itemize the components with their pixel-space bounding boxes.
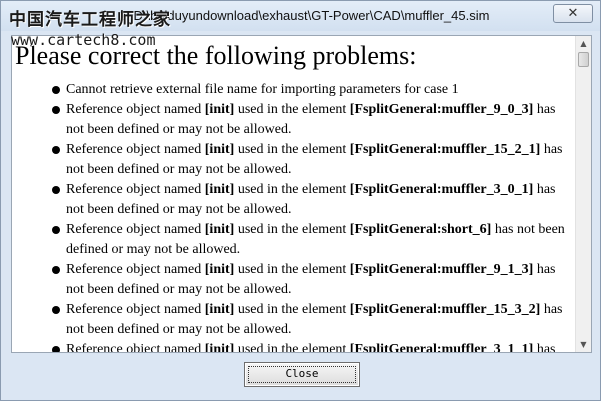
reference-object-name: [init] — [204, 342, 235, 352]
bullet-icon — [52, 186, 60, 194]
close-button-label: Close — [285, 367, 319, 380]
problem-text: Reference object named — [66, 262, 205, 277]
problems-panel: Please correct the following problems: C… — [11, 35, 592, 353]
element-name: [FsplitGeneral:muffler_3_1_1] — [349, 342, 534, 352]
element-name: [FsplitGeneral:muffler_15_2_1] — [349, 142, 541, 157]
watermark-url: www.cartech8.com — [11, 31, 156, 49]
bullet-icon — [52, 266, 60, 274]
reference-object-name: [init] — [204, 102, 235, 117]
problem-text: Reference object named — [66, 342, 205, 352]
reference-object-name: [init] — [204, 262, 235, 277]
problem-text: Reference object named — [66, 222, 205, 237]
problem-text: used in the element — [234, 182, 350, 197]
problem-text: Cannot retrieve external file name for i… — [66, 82, 459, 97]
problem-text: Reference object named — [66, 142, 205, 157]
element-name: [FsplitGeneral:muffler_3_0_1] — [349, 182, 534, 197]
problem-text: Reference object named — [66, 102, 205, 117]
bullet-icon — [52, 106, 60, 114]
reference-object-name: [init] — [204, 302, 235, 317]
reference-object-name: [init] — [204, 182, 235, 197]
close-icon: ✕ — [567, 6, 579, 21]
bullet-icon — [52, 86, 60, 94]
title-bar[interactable]: e: D:\baiduyundownload\exhaust\GT-Power\… — [1, 1, 600, 31]
problem-text: used in the element — [234, 342, 350, 352]
problem-text: used in the element — [234, 302, 350, 317]
problem-item: Reference object named [init] used in th… — [52, 340, 572, 352]
scroll-thumb[interactable] — [578, 52, 589, 67]
problem-list: Cannot retrieve external file name for i… — [52, 80, 572, 352]
problem-item: Reference object named [init] used in th… — [52, 140, 572, 180]
problem-item: Cannot retrieve external file name for i… — [52, 80, 572, 100]
dialog-window: e: D:\baiduyundownload\exhaust\GT-Power\… — [0, 0, 601, 401]
element-name: [FsplitGeneral:muffler_9_0_3] — [349, 102, 534, 117]
bullet-icon — [52, 146, 60, 154]
bullet-icon — [52, 306, 60, 314]
problem-text: used in the element — [234, 262, 350, 277]
watermark-title: 中国汽车工程师之家 — [9, 10, 171, 30]
problem-item: Reference object named [init] used in th… — [52, 300, 572, 340]
problem-text: used in the element — [234, 222, 350, 237]
reference-object-name: [init] — [204, 142, 235, 157]
scroll-down-arrow-icon[interactable]: ▼ — [576, 337, 591, 352]
element-name: [FsplitGeneral:muffler_9_1_3] — [349, 262, 534, 277]
problem-text: used in the element — [234, 142, 350, 157]
close-button[interactable]: Close — [244, 362, 360, 387]
window-title: e: D:\baiduyundownload\exhaust\GT-Power\… — [119, 8, 490, 23]
bullet-icon — [52, 226, 60, 234]
problem-text: Reference object named — [66, 182, 205, 197]
window-close-button[interactable]: ✕ — [553, 4, 593, 23]
problem-item: Reference object named [init] used in th… — [52, 100, 572, 140]
vertical-scrollbar[interactable]: ▲ ▼ — [575, 36, 591, 352]
problem-text: used in the element — [234, 102, 350, 117]
problems-scroll-area[interactable]: Please correct the following problems: C… — [12, 36, 577, 352]
element-name: [FsplitGeneral:muffler_15_3_2] — [349, 302, 541, 317]
reference-object-name: [init] — [204, 222, 235, 237]
scroll-up-arrow-icon[interactable]: ▲ — [576, 36, 591, 51]
problem-item: Reference object named [init] used in th… — [52, 180, 572, 220]
problem-item: Reference object named [init] used in th… — [52, 220, 572, 260]
problem-item: Reference object named [init] used in th… — [52, 260, 572, 300]
bullet-icon — [52, 346, 60, 352]
problem-text: Reference object named — [66, 302, 205, 317]
element-name: [FsplitGeneral:short_6] — [349, 222, 492, 237]
problem-text: has — [533, 342, 556, 352]
